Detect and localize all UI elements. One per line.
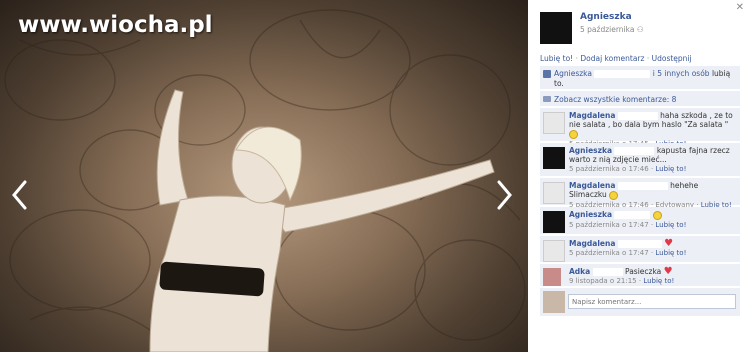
separator: ·: [646, 54, 650, 63]
next-photo-arrow-icon[interactable]: [492, 178, 516, 212]
share-link[interactable]: Udostępnij: [652, 54, 692, 63]
like-link[interactable]: Lubię to!: [540, 54, 573, 63]
liker-name[interactable]: Agnieszka: [554, 69, 592, 78]
watermark: www.wiocha.pl: [18, 12, 213, 38]
post-date: 5 października ⚇: [580, 25, 644, 34]
comment-meta: 9 listopada o 21:15 · Lubię to!: [569, 277, 675, 285]
redacted-name: [614, 211, 651, 219]
close-icon[interactable]: ✕: [736, 2, 744, 13]
avatar[interactable]: [543, 240, 565, 262]
avatar[interactable]: [543, 147, 565, 169]
comment-author[interactable]: Magdalena: [569, 111, 615, 120]
redacted-name: [594, 70, 651, 78]
comment-item: Magdalena ♥ 5 października o 17:47 · Lub…: [540, 236, 740, 263]
comment-like-link[interactable]: Lubię to!: [655, 165, 686, 173]
heart-emoji-icon: ♥: [663, 266, 673, 277]
comments-sidebar: ✕ Agnieszka 5 października ⚇ Lubię to! ·…: [528, 0, 750, 352]
avatar[interactable]: [543, 211, 565, 233]
likes-summary: Agnieszka i 5 innych osób lubią to.: [540, 66, 740, 90]
redacted-name: [617, 240, 662, 248]
photo-image: [4, 9, 526, 352]
comment-item: Magdalena haha szkoda , ze to nie salata…: [540, 108, 740, 148]
comment-meta: 5 października o 17:47 · Lubię to!: [569, 220, 687, 229]
avatar[interactable]: [543, 182, 565, 204]
thumbs-up-icon: [543, 70, 551, 78]
comment-author[interactable]: Magdalena: [569, 239, 615, 248]
previous-photo-arrow-icon[interactable]: [8, 178, 32, 212]
redacted-name: [617, 112, 658, 120]
smile-emoji-icon: [609, 190, 619, 200]
photo-viewer: www.wiocha.pl: [0, 0, 528, 352]
post-date-text[interactable]: 5 października: [580, 25, 634, 34]
others-link[interactable]: i 5 innych osób: [653, 69, 710, 78]
comment-item: Adka Pasieczka ♥ 9 listopada o 21:15 · L…: [540, 264, 740, 287]
comment-like-link[interactable]: Lubię to!: [655, 249, 686, 257]
view-all-comments[interactable]: Zobacz wszystkie komentarze: 8: [540, 91, 740, 107]
redacted-name: [592, 268, 623, 276]
current-user-avatar: [543, 291, 565, 313]
heart-emoji-icon: ♥: [664, 238, 674, 249]
comment-author[interactable]: Agnieszka: [569, 146, 612, 155]
comment-item: Magdalena hehehe Slimaczku 5 październik…: [540, 178, 740, 209]
avatar[interactable]: [543, 112, 565, 134]
comment-time[interactable]: 5 października o 17:47: [569, 249, 649, 257]
add-comment-link[interactable]: Dodaj komentarz: [580, 54, 644, 63]
comment-time[interactable]: 5 października o 17:46: [569, 165, 649, 173]
smile-emoji-icon: [569, 129, 578, 139]
smile-emoji-icon: [652, 210, 662, 220]
post-actions: Lubię to! · Dodaj komentarz · Udostępnij: [540, 54, 692, 63]
comment-input[interactable]: [568, 294, 736, 309]
comment-text: Pasieczka: [625, 267, 662, 276]
avatar[interactable]: [543, 268, 561, 286]
poster-avatar[interactable]: [540, 12, 572, 44]
separator: ·: [575, 54, 578, 63]
redacted-name: [617, 182, 668, 190]
poster-name[interactable]: Agnieszka: [580, 12, 632, 22]
comment-author[interactable]: Magdalena: [569, 181, 615, 190]
redacted-name: [614, 147, 655, 155]
comment-bubble-icon: [543, 96, 551, 102]
comment-item: Agnieszka kapusta fajna rzecz warto z ni…: [540, 143, 740, 177]
people-icon: ⚇: [636, 25, 644, 34]
comment-like-link[interactable]: Lubię to!: [643, 277, 674, 285]
view-all-comments-label[interactable]: Zobacz wszystkie komentarze: 8: [554, 95, 676, 104]
comment-author[interactable]: Adka: [569, 267, 590, 276]
comment-item: Agnieszka 5 października o 17:47 · Lubię…: [540, 207, 740, 235]
comment-meta: 5 października o 17:46 · Lubię to!: [569, 165, 687, 173]
comment-time[interactable]: 9 listopada o 21:15: [569, 277, 637, 285]
comment-composer: [540, 288, 740, 316]
comment-like-link[interactable]: Lubię to!: [655, 221, 686, 229]
comment-author[interactable]: Agnieszka: [569, 210, 612, 219]
comment-time[interactable]: 5 października o 17:47: [569, 221, 649, 229]
comment-meta: 5 października o 17:47 · Lubię to!: [569, 249, 687, 257]
